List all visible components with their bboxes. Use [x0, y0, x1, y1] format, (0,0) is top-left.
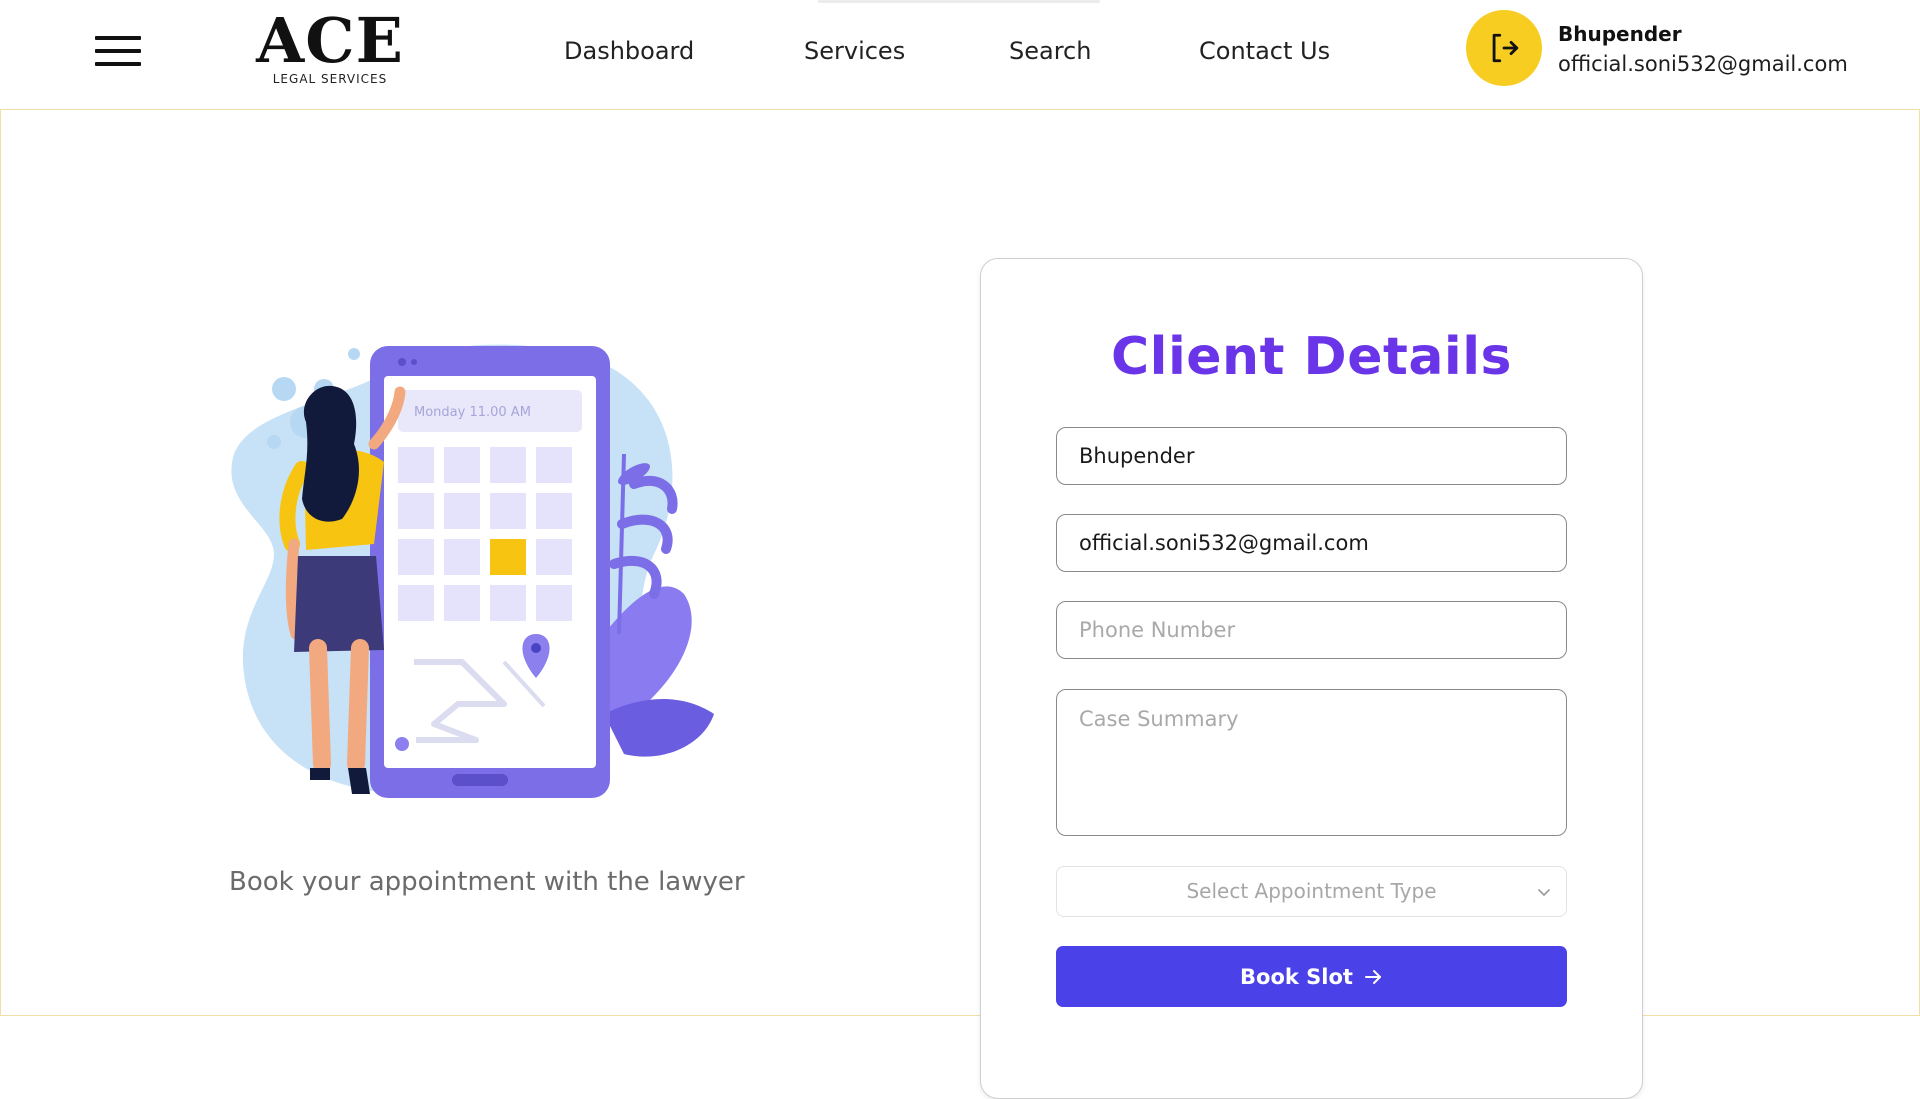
case-summary-field[interactable] — [1056, 689, 1567, 836]
nav-link-search[interactable]: Search — [1009, 36, 1091, 66]
card-title: Client Details — [1110, 327, 1513, 387]
nav-link-services[interactable]: Services — [804, 36, 905, 66]
top-navbar: ACE LEGAL SERVICES Dashboard Services Se… — [0, 0, 1920, 110]
name-field[interactable] — [1056, 427, 1567, 485]
hamburger-menu-icon[interactable] — [95, 34, 141, 68]
ace-logo[interactable]: ACE LEGAL SERVICES — [245, 8, 415, 90]
user-email: official.soni532@gmail.com — [1558, 52, 1848, 76]
nav-link-contact-us[interactable]: Contact Us — [1199, 36, 1330, 66]
phone-time-label: Monday 11.00 AM — [414, 405, 531, 420]
book-slot-label: Book Slot — [1240, 964, 1353, 989]
logout-button[interactable] — [1466, 10, 1542, 86]
client-details-card: Client Details Select Appointment Type B… — [980, 258, 1643, 1099]
logo-main-text: ACE — [256, 4, 404, 77]
top-accent-line — [818, 0, 1100, 3]
phone-field[interactable] — [1056, 601, 1567, 659]
appointment-type-placeholder: Select Appointment Type — [1186, 879, 1437, 903]
appointment-tagline: Book your appointment with the lawyer — [229, 867, 745, 897]
email-field[interactable] — [1056, 514, 1567, 572]
appointment-type-select[interactable]: Select Appointment Type — [1056, 866, 1567, 917]
arrow-right-icon — [1364, 969, 1381, 984]
nav-link-dashboard[interactable]: Dashboard — [564, 36, 694, 66]
booking-illustration: Monday 11.00 AM — [231, 344, 714, 798]
user-name: Bhupender — [1558, 22, 1682, 46]
booking-section: Monday 11.00 AM Book your appointment wi… — [0, 109, 1920, 1099]
logout-icon — [1492, 33, 1519, 63]
book-slot-button[interactable]: Book Slot — [1056, 946, 1567, 1007]
chevron-down-icon — [1538, 889, 1550, 896]
